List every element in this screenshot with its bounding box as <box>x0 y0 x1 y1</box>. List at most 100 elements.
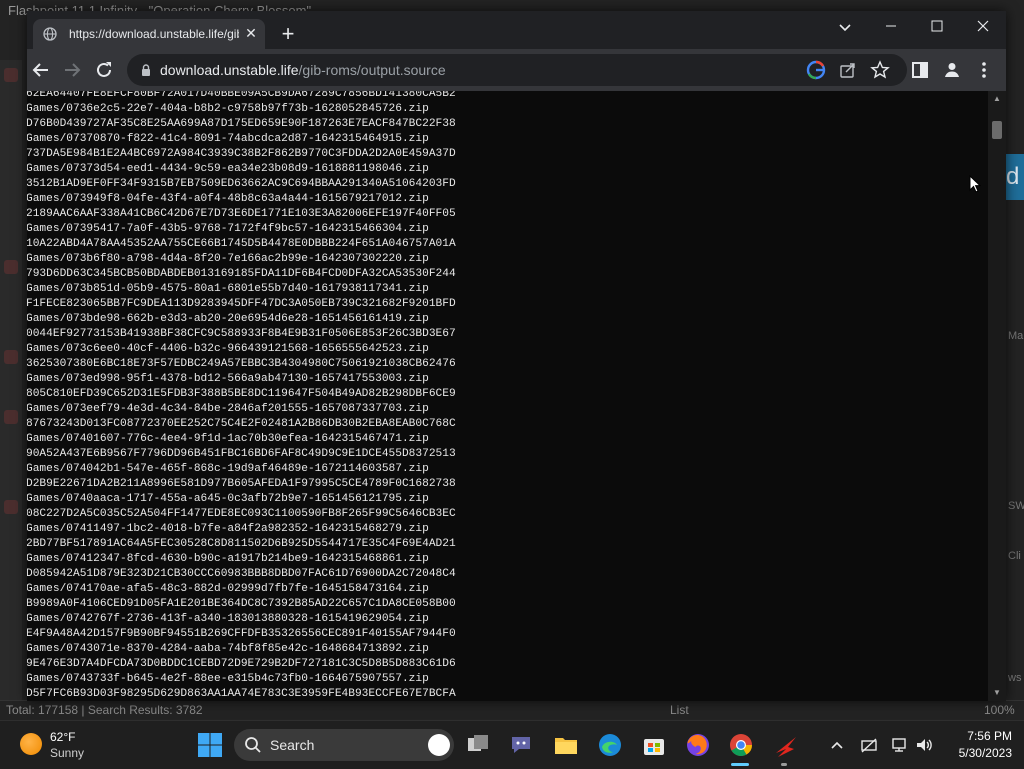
chevron-up-icon[interactable] <box>827 735 847 755</box>
search-label: Search <box>270 737 315 753</box>
globe-icon <box>43 27 57 41</box>
vertical-scrollbar[interactable]: ▲ ▼ <box>988 91 1006 701</box>
text-line: 3625307380E6BC18E73F57EDBC249A57EBBC3B43… <box>27 358 456 370</box>
more-menu-icon[interactable] <box>972 58 996 82</box>
text-line: 9E476E3D7A4DFCDA73D0BDDC1CEBD72D9E729B2D… <box>27 658 456 670</box>
back-icon[interactable] <box>29 58 53 82</box>
text-line: Games/07411497-1bc2-4018-b7fe-a84f2a9823… <box>27 523 429 535</box>
open-app-indicator <box>781 763 787 766</box>
search-icon <box>245 737 261 753</box>
status-totals: Total: 177158 | Search Results: 3782 <box>6 703 203 717</box>
text-line: Games/0736e2c5-22e7-404a-b8b2-c9758b97f7… <box>27 103 429 115</box>
chevron-down-icon[interactable] <box>835 17 855 37</box>
lock-icon[interactable] <box>139 63 153 77</box>
reload-icon[interactable] <box>92 58 116 82</box>
task-view-icon[interactable] <box>464 731 492 759</box>
url-text[interactable]: download.unstable.life/gib-roms/output.s… <box>160 62 446 78</box>
text-line: Games/073c6ee0-40cf-4406-b32c-9664391215… <box>27 343 429 355</box>
clock-time[interactable]: 7:56 PM <box>938 729 1012 743</box>
scroll-up-icon[interactable]: ▲ <box>988 91 1006 107</box>
text-line: Games/0743733f-b645-4e2f-88ee-e315b4c73f… <box>27 673 429 685</box>
status-zoom: 100% <box>984 703 1015 717</box>
bing-highlight-icon <box>428 734 450 756</box>
text-line: 793D6DD63C345BCB50BDABDEB013169185FDA11D… <box>27 268 456 280</box>
weather-condition[interactable]: Sunny <box>50 746 84 760</box>
text-line: D2B9E22671DA2B211A8996E581D977B605AFEDA1… <box>27 478 456 490</box>
text-line: D5F7FC6B93D03F98295D629D863AA1AA74E783C3… <box>27 688 456 700</box>
text-line: F1FECE823065BB7FC9DEA113D9283945DFF47DC3… <box>27 298 456 310</box>
status-search-results: Search Results: 3782 <box>87 703 203 717</box>
text-line: Games/073b6f80-a798-4d4a-8f20-7e166ac2b9… <box>27 253 429 265</box>
text-line: B9989A0F4106CED91D05FA1E201BE364DC8C7392… <box>27 598 456 610</box>
text-line: Games/073ed998-95f1-4378-bd12-566a9ab471… <box>27 373 429 385</box>
text-line: D085942A51D879E323D21CB30CCC60983BBB8DBD… <box>27 568 456 580</box>
page-content: 62EA64407FE8EFCF80BF72A017D40BBE09A5CB9D… <box>27 91 988 701</box>
weather-temperature[interactable]: 62°F <box>50 730 75 744</box>
background-right-text: Ma <box>1008 330 1024 342</box>
chrome-icon[interactable] <box>727 731 755 759</box>
network-icon[interactable] <box>890 735 910 755</box>
text-line: Games/07401607-776c-4ee4-9f1d-1ac70b30ef… <box>27 433 429 445</box>
maximize-icon[interactable] <box>914 11 960 41</box>
store-icon[interactable] <box>640 731 668 759</box>
file-explorer-icon[interactable] <box>552 731 580 759</box>
text-line: Games/0742767f-2736-413f-a340-1830138803… <box>27 613 429 625</box>
background-right-tab[interactable]: d <box>1006 154 1024 200</box>
profile-icon[interactable] <box>940 58 964 82</box>
flashpoint-icon[interactable] <box>772 731 800 759</box>
text-listing: 62EA64407FE8EFCF80BF72A017D40BBE09A5CB9D… <box>27 91 456 701</box>
background-sidebar-icon <box>4 350 18 364</box>
background-right-text: ws <box>1008 672 1022 684</box>
background-right-text: SWF <box>1008 500 1024 512</box>
text-line: Games/073eef79-4e3d-4c34-84be-2846af2015… <box>27 403 429 415</box>
new-tab-icon[interactable]: + <box>276 23 300 47</box>
active-app-indicator <box>731 763 749 766</box>
bookmark-star-icon[interactable] <box>870 60 890 80</box>
text-line: Games/07370870-f822-41c4-8091-74abcdca2d… <box>27 133 429 145</box>
share-icon[interactable] <box>838 60 858 80</box>
text-line: 62EA64407FE8EFCF80BF72A017D40BBE09A5CB9D… <box>27 91 456 100</box>
text-line: 2BD77BF517891AC64A5FEC30528C8D811502D6B9… <box>27 538 456 550</box>
volume-icon[interactable] <box>914 735 934 755</box>
text-line: Games/073949f8-04fe-43f4-a0f4-48b8c63a4a… <box>27 193 429 205</box>
text-line: 08C227D2A5C035C52A504FF1477EDE8EC093C110… <box>27 508 456 520</box>
tab-title: https://download.unstable.life/gib-roms/… <box>69 27 239 41</box>
text-line: 737DA5E984B1E2A4BC6972A984C3939C38B2F862… <box>27 148 456 160</box>
start-icon[interactable] <box>196 731 224 759</box>
scroll-thumb[interactable] <box>992 121 1002 139</box>
browser-toolbar: download.unstable.life/gib-roms/output.s… <box>27 49 1006 91</box>
address-bar[interactable]: download.unstable.life/gib-roms/output.s… <box>127 54 907 86</box>
mouse-cursor-icon <box>969 175 981 193</box>
background-sidebar-icon <box>4 260 18 274</box>
gpu-icon[interactable] <box>859 735 879 755</box>
background-sidebar-icon <box>4 410 18 424</box>
text-line: 10A22ABD4A78AA45352AA755CE66B1745D5B4478… <box>27 238 456 250</box>
browser-tab[interactable]: https://download.unstable.life/gib-roms/… <box>33 19 265 49</box>
background-right-text: Cli <box>1008 550 1021 562</box>
side-panel-icon[interactable] <box>908 58 932 82</box>
tab-strip: https://download.unstable.life/gib-roms/… <box>27 11 1006 49</box>
teams-chat-icon[interactable] <box>507 731 535 759</box>
background-sidebar-icon <box>4 68 18 82</box>
text-line: D76B0D439727AF35C8E25AA699A87D175ED659E9… <box>27 118 456 130</box>
weather-sun-icon[interactable] <box>20 733 42 755</box>
edge-icon[interactable] <box>596 731 624 759</box>
clock-date[interactable]: 5/30/2023 <box>938 746 1012 760</box>
background-sidebar-icon <box>4 500 18 514</box>
browser-window: https://download.unstable.life/gib-roms/… <box>27 11 1006 701</box>
background-app-sidebar <box>0 60 22 700</box>
minimize-icon[interactable] <box>868 11 914 41</box>
taskbar-search-box[interactable]: Search <box>234 729 454 761</box>
close-window-icon[interactable] <box>960 11 1006 41</box>
google-lens-icon[interactable] <box>806 60 826 80</box>
status-view-select[interactable]: List <box>670 703 689 717</box>
text-line: 805C810EFD39C652D31E5FDB3F388B5BE8DC1196… <box>27 388 456 400</box>
scroll-down-icon[interactable]: ▼ <box>988 685 1006 701</box>
firefox-icon[interactable] <box>684 731 712 759</box>
url-path: /gib-roms/output.source <box>298 62 446 78</box>
text-line: E4F9A48A42D157F9B90BF94551B269CFFDFB3532… <box>27 628 456 640</box>
text-line: Games/073b851d-05b9-4575-80a1-6801e55b7d… <box>27 283 429 295</box>
forward-icon[interactable] <box>60 58 84 82</box>
text-line: 87673243D013FC08772370EE252C75C4E2F02481… <box>27 418 456 430</box>
tab-close-icon[interactable]: ✕ <box>243 25 259 41</box>
